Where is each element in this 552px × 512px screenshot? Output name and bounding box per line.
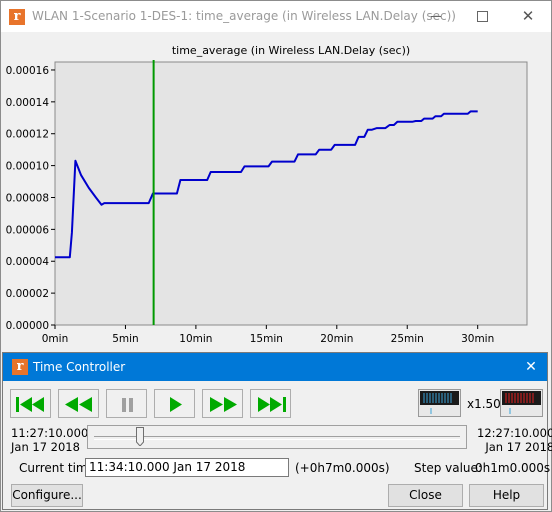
slider-thumb[interactable] xyxy=(136,427,145,446)
close-button[interactable]: ✕ xyxy=(505,1,551,32)
x-tick-label: 10min xyxy=(179,333,212,345)
close-icon: ✕ xyxy=(525,359,537,375)
speed-multiplier: x1.50 xyxy=(467,397,501,411)
fast-forward-button[interactable] xyxy=(202,389,243,418)
y-tick-label: 0.00012 xyxy=(6,129,49,141)
y-tick-label: 0.00002 xyxy=(6,288,49,300)
time-slider[interactable] xyxy=(87,425,467,449)
y-tick-label: 0.00014 xyxy=(6,97,50,109)
time-controller-panel: r Time Controller ✕ x1.50 11:27:10.000 J… xyxy=(2,352,552,510)
start-time: 11:27:10.000 xyxy=(11,426,89,440)
skip-to-end-icon xyxy=(258,397,286,412)
app-icon: r xyxy=(9,9,25,25)
time-controller-title: Time Controller xyxy=(33,360,126,374)
play-button[interactable] xyxy=(154,389,195,418)
line-chart[interactable]: time_average (in Wireless LAN.Delay (sec… xyxy=(3,34,548,352)
maximize-icon xyxy=(476,11,488,22)
configure-button[interactable]: Configure... xyxy=(11,484,83,507)
plot-area xyxy=(54,61,528,326)
y-tick-label: 0.00006 xyxy=(6,224,50,236)
rewind-button[interactable] xyxy=(58,389,99,418)
end-time: 12:27:10.000 xyxy=(477,426,552,440)
x-tick-label: 20min xyxy=(320,333,353,345)
minimize-button[interactable] xyxy=(413,1,459,32)
fast-forward-icon xyxy=(210,397,237,412)
x-tick-label: 0min xyxy=(42,333,68,345)
step-value-label: Step value: xyxy=(414,461,482,475)
close-button[interactable]: Close xyxy=(388,484,463,507)
current-time-input[interactable]: 11:34:10.000 Jan 17 2018 xyxy=(85,458,289,477)
y-tick-label: 0.00008 xyxy=(6,192,49,204)
window-title: WLAN 1-Scenario 1-DES-1: time_average (i… xyxy=(32,9,456,23)
rewind-icon xyxy=(65,397,92,412)
step-value: 0h1m0.000s xyxy=(475,461,551,475)
maximize-button[interactable] xyxy=(459,1,505,32)
fast-display-icon[interactable] xyxy=(500,389,543,417)
x-tick-label: 25min xyxy=(391,333,424,345)
y-tick-label: 0.00016 xyxy=(6,65,50,77)
slider-track xyxy=(94,436,460,440)
app-icon: r xyxy=(12,359,28,375)
start-timestamp: 11:27:10.000 Jan 17 2018 xyxy=(11,426,88,454)
y-tick-label: 0.00000 xyxy=(6,320,49,332)
x-tick-label: 30min xyxy=(461,333,494,345)
time-controller-titlebar[interactable]: r Time Controller ✕ xyxy=(3,353,547,381)
pause-icon xyxy=(122,398,133,412)
end-timestamp: 12:27:10.000 Jan 17 2018 xyxy=(477,426,552,454)
skip-to-end-button[interactable] xyxy=(250,389,291,418)
slow-display-icon[interactable] xyxy=(418,389,461,417)
chart-panel: time_average (in Wireless LAN.Delay (sec… xyxy=(3,34,548,352)
close-icon: ✕ xyxy=(521,7,535,25)
pause-button[interactable] xyxy=(106,389,147,418)
x-tick-label: 15min xyxy=(250,333,283,345)
help-button[interactable]: Help xyxy=(469,484,544,507)
time-offset: (+0h7m0.000s) xyxy=(295,461,390,475)
play-icon xyxy=(170,397,182,412)
time-controller-close-button[interactable]: ✕ xyxy=(519,355,543,379)
start-date: Jan 17 2018 xyxy=(11,440,80,454)
chart-title: time_average (in Wireless LAN.Delay (sec… xyxy=(172,44,410,57)
minimize-icon xyxy=(431,16,441,17)
y-tick-label: 0.00004 xyxy=(6,256,50,268)
end-date: Jan 17 2018 xyxy=(485,440,552,454)
y-tick-label: 0.00010 xyxy=(6,161,49,173)
window-titlebar[interactable]: r WLAN 1-Scenario 1-DES-1: time_average … xyxy=(1,1,551,32)
x-tick-label: 5min xyxy=(112,333,138,345)
skip-to-start-icon xyxy=(16,397,44,412)
skip-to-start-button[interactable] xyxy=(10,389,51,418)
